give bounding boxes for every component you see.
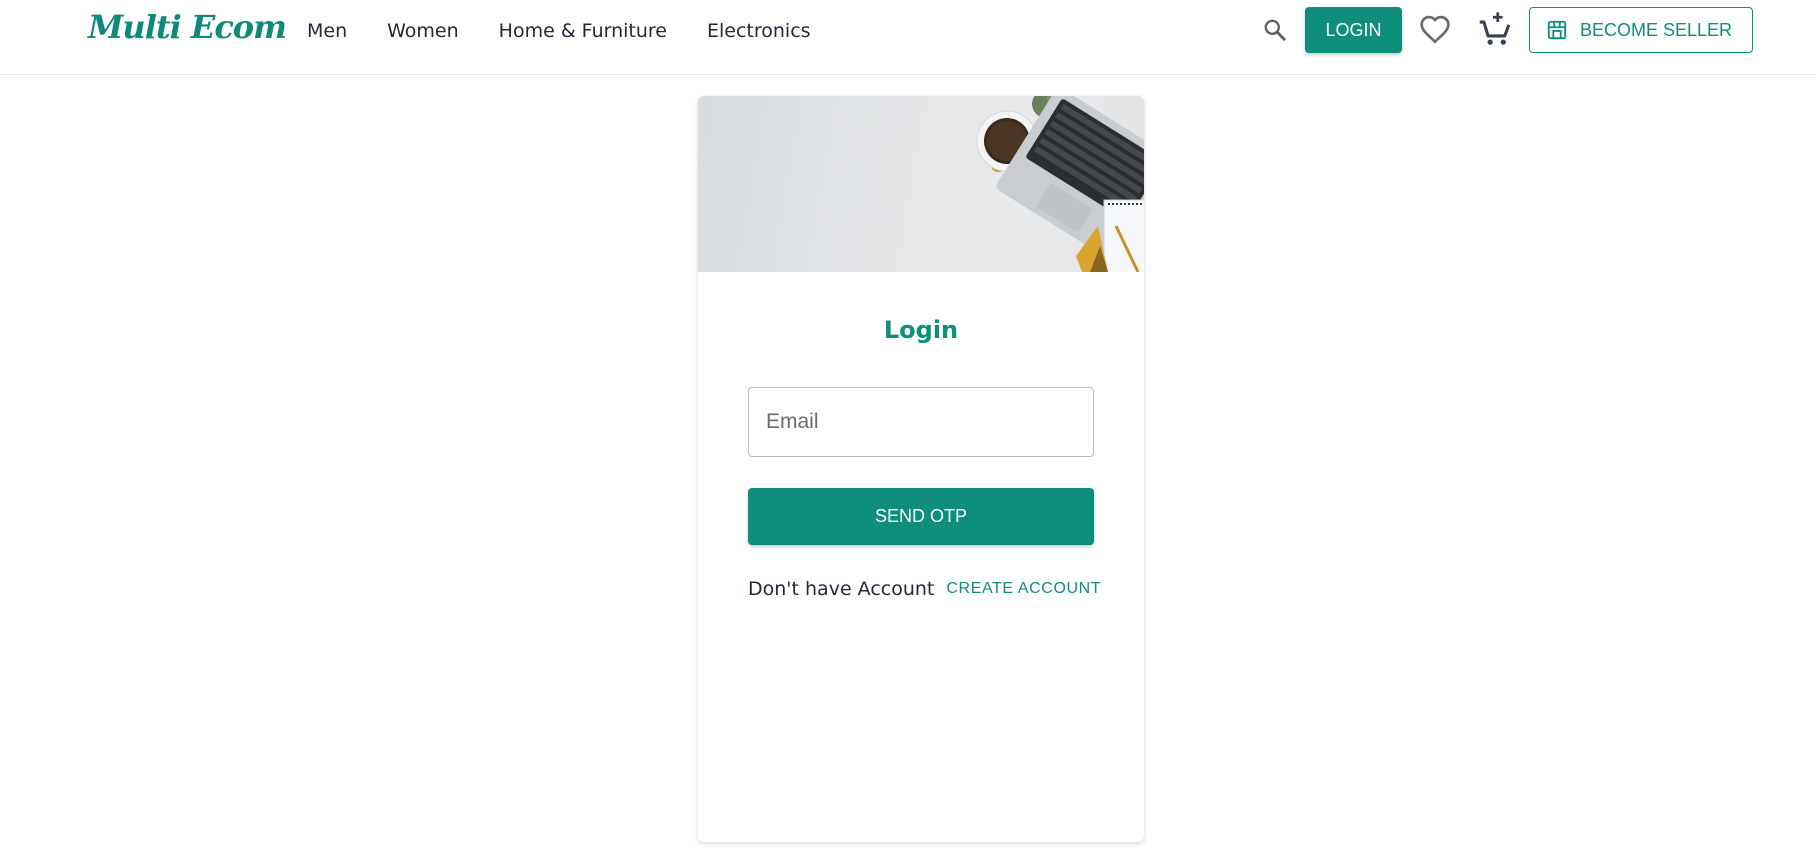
storefront-icon (1547, 20, 1567, 40)
login-banner-image (698, 96, 1144, 272)
search-button[interactable] (1260, 14, 1290, 46)
become-seller-button[interactable]: BECOME SELLER (1529, 7, 1753, 53)
email-input[interactable] (748, 387, 1094, 457)
become-seller-label: BECOME SELLER (1580, 19, 1733, 40)
signup-prompt: Don't have Account CREATE ACCOUNT (748, 578, 1101, 600)
nav-link-electronics[interactable]: Electronics (707, 20, 811, 42)
login-button[interactable]: LOGIN (1305, 7, 1402, 53)
login-card: Login SEND OTP Don't have Account CREATE… (698, 96, 1144, 842)
add-shopping-cart-icon (1479, 12, 1511, 45)
brand-logo[interactable]: Multi Ecom (88, 8, 287, 46)
nav-link-women[interactable]: Women (387, 20, 459, 42)
wishlist-button[interactable] (1418, 12, 1452, 46)
nav-link-home-furniture[interactable]: Home & Furniture (499, 20, 667, 42)
create-account-link[interactable]: CREATE ACCOUNT (946, 580, 1101, 598)
desk-flatlay-illustration (976, 96, 1144, 272)
cart-button[interactable] (1477, 10, 1513, 48)
login-title: Login (883, 316, 959, 344)
navbar: Multi Ecom Men Women Home & Furniture El… (0, 0, 1816, 75)
no-account-text: Don't have Account (748, 578, 935, 600)
heart-icon (1420, 15, 1450, 44)
search-icon (1264, 19, 1286, 41)
send-otp-button[interactable]: SEND OTP (748, 488, 1094, 545)
main-nav: Men Women Home & Furniture Electronics (307, 20, 851, 42)
nav-link-men[interactable]: Men (307, 20, 347, 42)
